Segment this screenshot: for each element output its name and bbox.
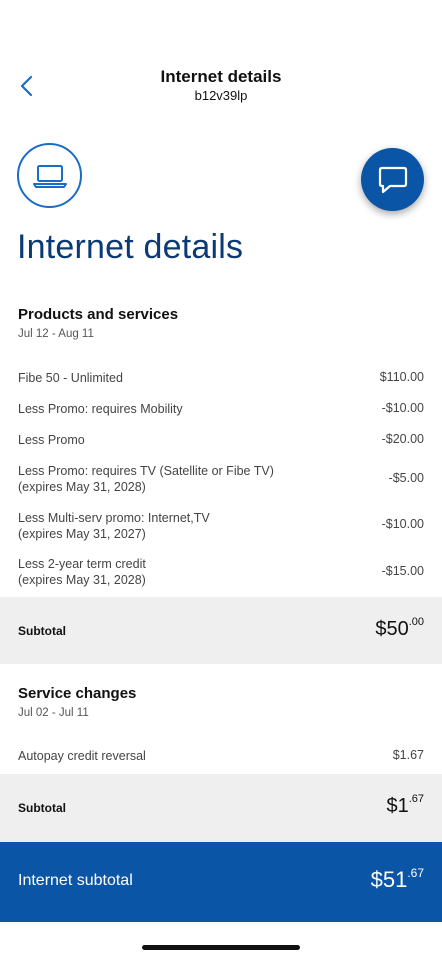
subtotal-dollars: $1: [386, 795, 409, 817]
nav-title: Internet details: [160, 67, 282, 86]
line-item-amount: -$10.00: [381, 401, 424, 415]
line-item-amount: -$5.00: [388, 471, 424, 485]
line-item-label-line2: (expires May 31, 2027): [18, 527, 146, 541]
subtotal-row-products: Subtotal $50.00: [0, 597, 442, 664]
line-item-label: Autopay credit reversal: [18, 749, 146, 763]
line-item-label-line1: Less 2-year term credit: [18, 557, 146, 571]
section-title-service-changes: Service changes: [18, 685, 137, 702]
line-item-label-line2: (expires May 31, 2028): [18, 480, 146, 494]
subtotal-amount: $50.00: [375, 616, 424, 641]
chat-button[interactable]: [361, 148, 424, 211]
subtotal-cents: .00: [408, 616, 424, 629]
line-item-label: Less Multi-serv promo: Internet,TV (expi…: [18, 510, 210, 542]
home-indicator[interactable]: [142, 945, 300, 950]
line-item-amount: $1.67: [392, 748, 424, 762]
internet-subtotal-label: Internet subtotal: [18, 872, 133, 889]
line-item-label-line1: Less Promo: requires TV (Satellite or Fi…: [18, 464, 274, 478]
chat-bubble-icon: [378, 166, 407, 193]
line-item-amount: -$15.00: [381, 564, 424, 578]
internet-subtotal-bar: Internet subtotal $51.67: [0, 842, 442, 922]
account-number: b12v39lp: [194, 88, 248, 103]
internet-subtotal-cents: .67: [407, 865, 424, 880]
top-nav-bar: Internet details b12v39lp: [0, 0, 442, 120]
service-icon-circle: [17, 143, 82, 208]
subtotal-row-service-changes: Subtotal $1.67: [0, 774, 442, 842]
line-item-amount: -$20.00: [381, 432, 424, 446]
section-date-service-changes: Jul 02 - Jul 11: [18, 707, 89, 719]
line-item-label: Less 2-year term credit (expires May 31,…: [18, 556, 146, 588]
line-item-label-line1: Less Multi-serv promo: Internet,TV: [18, 511, 210, 525]
subtotal-cents: .67: [408, 793, 424, 806]
subtotal-label: Subtotal: [18, 624, 66, 638]
page-title: Internet details: [17, 228, 244, 266]
section-date-products: Jul 12 - Aug 11: [18, 328, 94, 340]
line-item-label: Less Promo: requires TV (Satellite or Fi…: [18, 463, 274, 495]
subtotal-amount: $1.67: [386, 793, 424, 818]
line-item-amount: -$10.00: [381, 517, 424, 531]
line-item-label: Less Promo: requires Mobility: [18, 402, 183, 416]
line-item-amount: $110.00: [379, 370, 424, 384]
laptop-icon: [32, 164, 67, 188]
section-title-products: Products and services: [18, 306, 179, 323]
line-item-label-line2: (expires May 31, 2028): [18, 573, 146, 587]
subtotal-dollars: $50: [375, 618, 409, 640]
internet-subtotal-amount: $51.67: [370, 865, 424, 893]
line-item-label: Less Promo: [18, 433, 85, 447]
line-item-label: Fibe 50 - Unlimited: [18, 371, 123, 385]
subtotal-label: Subtotal: [18, 801, 66, 815]
internet-subtotal-dollars: $51: [370, 867, 408, 892]
